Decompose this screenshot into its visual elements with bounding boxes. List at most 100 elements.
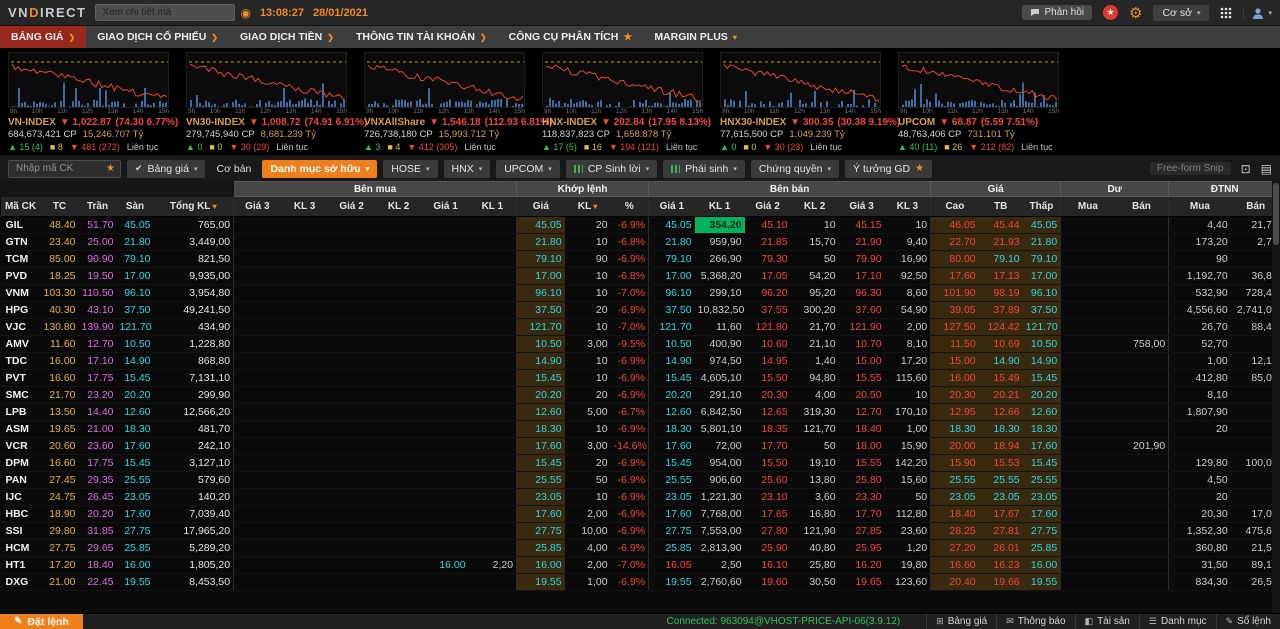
vndirect-logo[interactable]: VNDIRECT — [8, 5, 86, 20]
symbol-input[interactable] — [14, 162, 106, 175]
favorites-star-badge[interactable]: ★ — [1102, 5, 1118, 20]
col-header-2: Trần — [78, 196, 117, 217]
menu-item-2[interactable]: GIAO DỊCH TIỀN ❯ — [229, 26, 345, 48]
scrollbar-thumb[interactable] — [1273, 183, 1279, 245]
stock-row-DXG[interactable]: DXG 21.00 22.45 19.55 8,453,50 19.55 1,00 -6.9%… — [0, 573, 1280, 591]
index-panel-HNX30-INDEX[interactable]: 9h 10h 11h 12h 13h 14h 15h HNX30-INDEX ▼ 300.35(… — [720, 52, 900, 155]
stock-row-VJC[interactable]: VJC 130.80 139.90 121.70 434,90 121.70 10 -7.0%… — [0, 318, 1280, 336]
stock-row-GIL[interactable]: GIL 48.40 51.70 45.05 765,00 45.05 20 -6.9% 45.0… — [0, 216, 1280, 234]
stock-row-PVT[interactable]: PVT 16.60 17.75 15.45 7,131,10 15.45 10 -6.9% 15… — [0, 369, 1280, 387]
cell-sell-vol-2: 319,30 — [790, 403, 839, 421]
bottom-link-price-board[interactable]: ⊞ Bảng giá — [926, 613, 996, 629]
cell-high-price: 20.40 — [930, 573, 979, 591]
index-panel-VNXAllShare[interactable]: 9h 10h 11h 12h 13h 14h 15h VNXAllShare ▼ 1,546.1… — [364, 52, 553, 155]
stock-row-PAN[interactable]: PAN 27.45 29.35 25.55 579,60 25.55 50 -6.9% 25.5… — [0, 471, 1280, 489]
stock-row-TCM[interactable]: TCM 85.00 90.90 79.10 821,50 79.10 90 -6.9% 79.1… — [0, 250, 1280, 268]
cell-total-volume: 299,90 — [153, 386, 234, 404]
place-order-label: Đặt lệnh — [27, 615, 69, 628]
gear-icon[interactable]: ⚙ — [1129, 4, 1142, 22]
cell-floor-price: 25.85 — [116, 539, 154, 557]
cell-buy-vol-1 — [468, 335, 517, 353]
tab-phái-sinh[interactable]: Phái sinh ▾ — [663, 159, 745, 178]
apps-grid-icon[interactable] — [1220, 7, 1232, 19]
tab-cp-sinh-lời[interactable]: CP Sinh lời ▾ — [565, 159, 658, 178]
cell-reference-price: 19.65 — [40, 420, 79, 438]
stock-row-ASM[interactable]: ASM 19.65 21.00 18.30 481,70 18.30 10 -6.9% 18.3… — [0, 420, 1280, 438]
cell-match-volume: 10 — [564, 318, 611, 336]
bottom-link-order-book[interactable]: ✎ Sổ lệnh — [1215, 613, 1280, 629]
cell-floor-price: 17.60 — [116, 437, 154, 455]
tab-ý-tưởng-gd[interactable]: Ý tưởng GD ★ — [845, 159, 933, 178]
cell-buy-vol-3 — [280, 352, 329, 370]
view-mode-label[interactable]: Cơ bản — [216, 163, 251, 175]
tab-danh-muc-so-huu[interactable]: Danh mục sở hữu ▾ — [262, 159, 378, 178]
eye-icon[interactable]: ◉ — [240, 6, 250, 20]
stock-row-HT1[interactable]: HT1 17.20 18.40 16.00 1,805,20 16.00 2,20 16.00… — [0, 556, 1280, 574]
feedback-button[interactable]: Phản hồi — [1021, 5, 1092, 20]
bottom-link-assets[interactable]: ◧ Tài sản — [1074, 613, 1139, 629]
index-panel-UPCOM[interactable]: 9h 10h 11h 12h 13h 14h 15h UPCOM ▼ 68.87 (5.59 7.… — [898, 52, 1061, 155]
bottom-link-notifications[interactable]: ✉ Thông báo — [996, 613, 1074, 629]
stock-row-LPB[interactable]: LPB 13.50 14.40 12.60 12,566,20 12.60 5,00 -6.7… — [0, 403, 1280, 421]
stock-row-IJC[interactable]: IJC 24.75 26.45 23.05 140,20 23.05 10 -6.9% 23.0… — [0, 488, 1280, 506]
axis-tick: 14h — [844, 108, 856, 115]
tab-hose[interactable]: HOSE ▾ — [383, 159, 438, 178]
col-header-12[interactable]: KL ▾ — [564, 196, 611, 217]
stock-row-VCR[interactable]: VCR 20.60 23.60 17.60 242,10 17.60 3,00 -14.6% 1… — [0, 437, 1280, 455]
menu-item-0[interactable]: BẢNG GIÁ ❯ — [0, 26, 87, 48]
bottom-link-portfolio[interactable]: ☰ Danh mục — [1138, 613, 1216, 629]
cell-ceiling-price: 51.70 — [78, 216, 117, 234]
index-panel-VN-INDEX[interactable]: 9h 10h 11h 12h 13h 14h 15h VN-INDEX ▼ 1,022.87 (7… — [8, 52, 178, 155]
tab-hnx[interactable]: HNX ▾ — [443, 159, 491, 178]
axis-tick: 12h — [794, 108, 805, 115]
stock-row-SMC[interactable]: SMC 21.70 23.20 20.20 299,90 20.20 20 -6.9% 20.2… — [0, 386, 1280, 404]
axis-tick: 14h — [488, 108, 500, 115]
cell-match-volume: 10 — [564, 284, 611, 302]
stock-row-HCM[interactable]: HCM 27.75 29.65 25.85 5,289,20 25.85 4,00 -6.9%… — [0, 539, 1280, 557]
index-summary: VNXAllShare ▼ 1,546.18 (112.93 6.81%) — [364, 116, 553, 129]
vertical-scrollbar[interactable] — [1272, 181, 1280, 613]
index-panel-HNX-INDEX[interactable]: 9h 10h 11h 12h 13h 14h 15h HNX-INDEX ▼ 202.84 (17… — [542, 52, 711, 155]
tab-upcom[interactable]: UPCOM ▾ — [496, 159, 560, 178]
layout-columns-icon[interactable]: ▤ — [1261, 162, 1272, 176]
favorite-star-icon[interactable]: ★ — [106, 163, 115, 174]
stock-row-TDC[interactable]: TDC 16.00 17.10 14.90 868,80 14.90 10 -6.9% 14.9… — [0, 352, 1280, 370]
stock-row-HPG[interactable]: HPG 40.30 43.10 37.50 49,241,50 37.50 20 -6.9% 3… — [0, 301, 1280, 319]
menu-item-1[interactable]: GIAO DỊCH CỔ PHIẾU ❯ — [86, 26, 229, 48]
cell-floor-price: 16.00 — [116, 556, 154, 574]
screen-mode-icon[interactable]: ⊡ — [1241, 162, 1251, 176]
menu-item-label: BẢNG GIÁ — [11, 31, 64, 43]
stock-row-GTN[interactable]: GTN 23.40 25.00 21.80 3,449,00 21.80 10 -6.8% 21… — [0, 233, 1280, 251]
stock-row-PVD[interactable]: PVD 18.25 19.50 17.00 9,935,00 17.00 10 -6.8% 17… — [0, 267, 1280, 285]
stock-row-DPM[interactable]: DPM 16.60 17.75 15.45 3,127,10 15.45 20 -6.9% 15… — [0, 454, 1280, 472]
cell-match-price: 15.45 — [516, 369, 565, 387]
tab-label: HOSE — [391, 162, 421, 175]
cell-remain-buy — [1060, 318, 1115, 336]
stock-row-VNM[interactable]: VNM 103.30 110.50 96.10 3,954,80 96.10 10 -7.0%… — [0, 284, 1280, 302]
cell-high-price: 20.30 — [930, 386, 979, 404]
cell-sell-price-1: 16.05 — [648, 556, 695, 574]
cell-remain-sell: 758,00 — [1114, 335, 1169, 353]
cell-sell-price-2: 37.55 — [744, 301, 791, 319]
stock-row-SSI[interactable]: SSI 29.80 31.85 27.75 17,965,20 27.75 10,00 -6.… — [0, 522, 1280, 540]
cell-low-price: 14.90 — [1022, 352, 1061, 370]
menu-item-4[interactable]: CÔNG CỤ PHÂN TÍCH ★ — [498, 26, 644, 48]
cell-remain-sell — [1114, 250, 1169, 268]
board-select[interactable]: ✔ Bảng giá ▾ — [126, 159, 206, 178]
menu-item-5[interactable]: MARGIN PLUS ▾ — [643, 26, 748, 48]
stock-row-HBC[interactable]: HBC 18.90 20.20 17.60 7,039,40 17.60 2,00 -6.9%… — [0, 505, 1280, 523]
place-order-button[interactable]: ✎ Đặt lệnh — [0, 613, 83, 629]
tab-chứng-quyền[interactable]: Chứng quyền ▾ — [750, 159, 840, 178]
market-select[interactable]: Cơ sở ▾ — [1153, 4, 1210, 21]
cell-floor-price: 27.75 — [116, 522, 154, 540]
stock-row-AMV[interactable]: AMV 11.60 12.70 10.50 1,228,80 10.50 3,00 -9.5%… — [0, 335, 1280, 353]
cell-sell-vol-2: 25,80 — [790, 556, 839, 574]
index-panel-VN30-INDEX[interactable]: 9h 10h 11h 12h 13h 14h 15h VN30-INDEX ▼ 1,008.72… — [186, 52, 367, 155]
cell-remain-sell — [1114, 420, 1169, 438]
ticker-detail-input[interactable] — [95, 4, 236, 21]
cell-change-percent: -7.0% — [610, 284, 649, 302]
menu-item-3[interactable]: THÔNG TIN TÀI KHOÁN ❯ — [345, 26, 498, 48]
user-menu[interactable]: ▾ — [1243, 6, 1272, 19]
cell-match-volume: 20 — [564, 386, 611, 404]
col-header-4[interactable]: Tổng KL ▾ — [153, 196, 234, 217]
